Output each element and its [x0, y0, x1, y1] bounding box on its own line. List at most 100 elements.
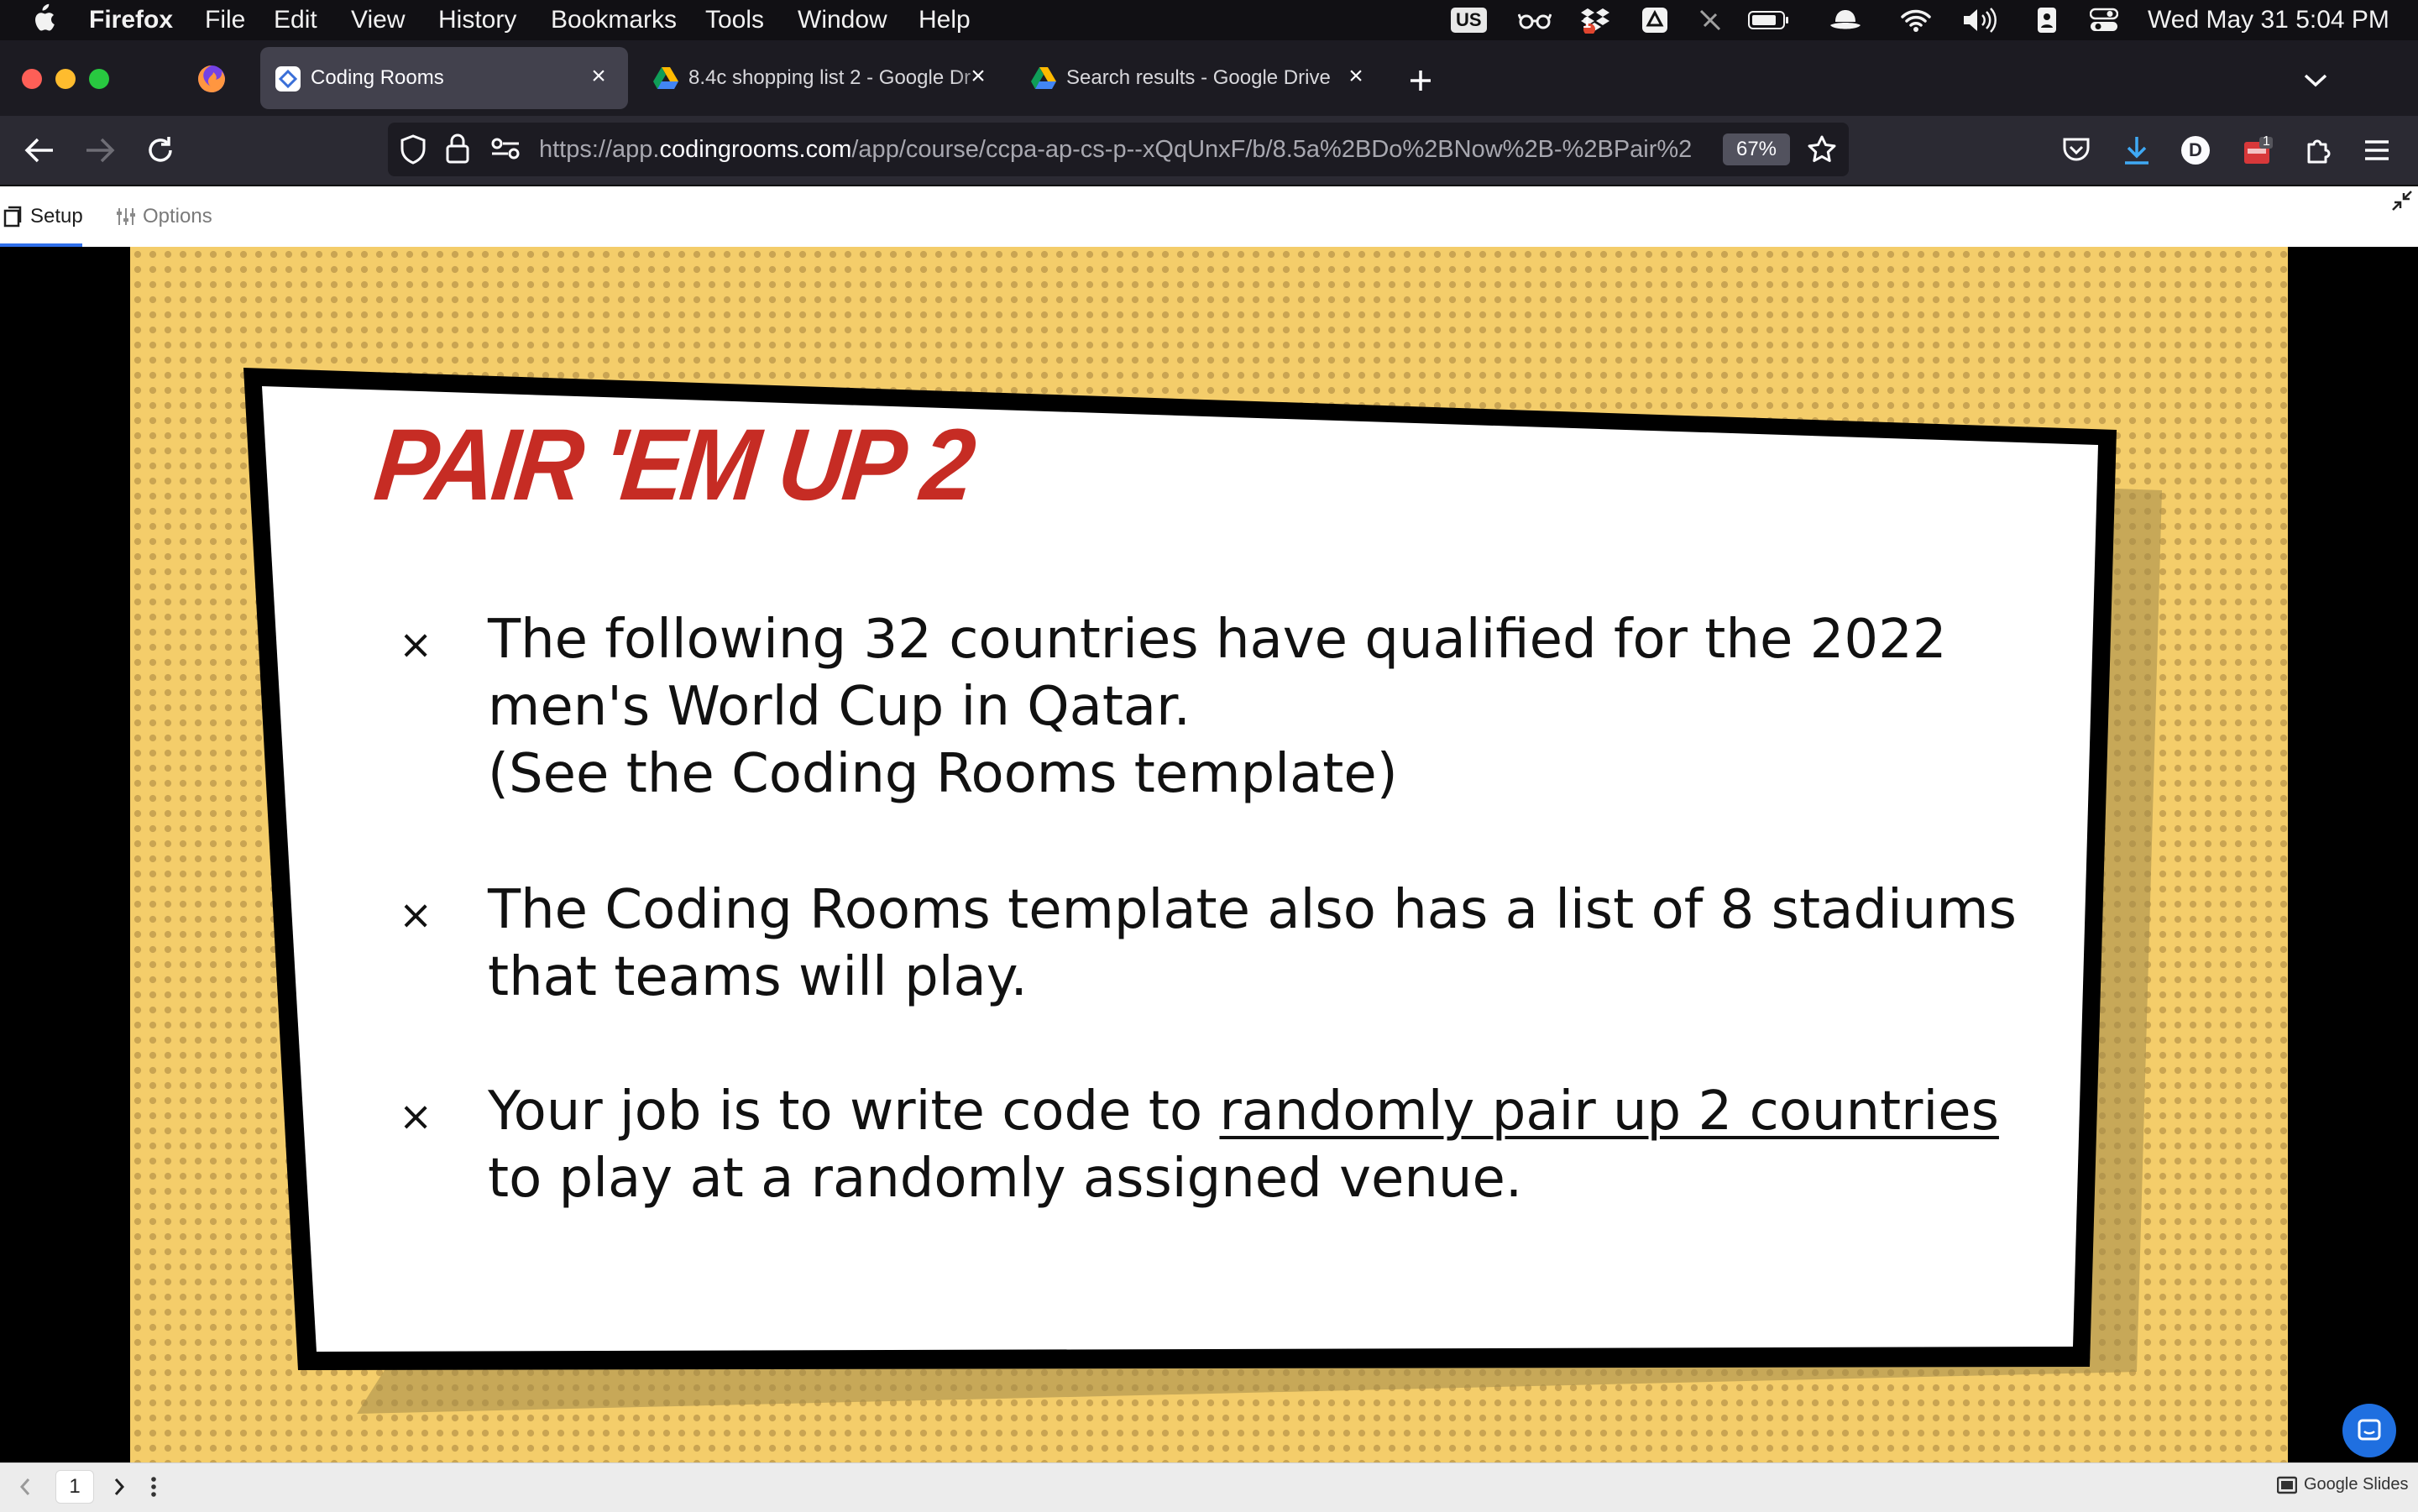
- permissions-icon[interactable]: [490, 136, 521, 165]
- bullet-line: (See the Coding Rooms template): [488, 743, 1398, 805]
- lock-icon[interactable]: [445, 133, 470, 169]
- chat-icon: [2358, 1419, 2381, 1441]
- collapse-arrows-icon[interactable]: [2391, 190, 2413, 216]
- slides-bottom-bar: 1 Google Slides: [0, 1462, 2418, 1512]
- menu-help[interactable]: Help: [919, 5, 971, 35]
- incognito-icon[interactable]: [1827, 7, 1864, 34]
- bullet-line: The Coding Rooms template also has a lis…: [488, 879, 2017, 941]
- tab-close-icon[interactable]: ×: [586, 64, 611, 89]
- menu-edit[interactable]: Edit: [274, 5, 317, 35]
- menu-view[interactable]: View: [351, 5, 405, 35]
- setup-label: Setup: [30, 205, 83, 228]
- url-host: codingrooms.com: [659, 136, 852, 163]
- bullet-line: to play at a randomly assigned venue.: [488, 1148, 1523, 1210]
- tab-shopping-list[interactable]: 8.4c shopping list 2 - Google Dr ×: [638, 47, 999, 109]
- options-tab[interactable]: Options: [116, 201, 212, 232]
- tab-coding-rooms[interactable]: Coding Rooms ×: [260, 47, 628, 109]
- sliders-icon: [117, 208, 135, 225]
- bullet-x-icon: ×: [399, 892, 433, 939]
- slides-logo-icon: [2277, 1476, 2297, 1494]
- document-icon: [3, 206, 22, 228]
- menu-file[interactable]: File: [205, 5, 245, 35]
- google-drive-icon: [653, 66, 678, 92]
- accessibility-glasses-icon[interactable]: [1518, 7, 1552, 34]
- extension-icon-red[interactable]: 1: [2237, 129, 2279, 171]
- coding-rooms-icon: [275, 66, 301, 92]
- battery-icon[interactable]: [1748, 7, 1790, 34]
- setup-tab[interactable]: Setup: [3, 201, 83, 232]
- new-tab-plus-icon[interactable]: [1404, 64, 1437, 97]
- tab-search-results[interactable]: Search results - Google Drive ×: [1016, 47, 1385, 109]
- brand-label: Google Slides: [2304, 1475, 2409, 1494]
- zoom-level-button[interactable]: 67%: [1723, 133, 1790, 165]
- clock-datetime[interactable]: Wed May 31 5:04 PM: [2148, 5, 2389, 35]
- apple-menu-icon[interactable]: [30, 3, 55, 41]
- dropbox-badge: 1: [1583, 14, 1592, 31]
- next-slide-chevron-icon[interactable]: [113, 1477, 126, 1501]
- more-options-dots-icon[interactable]: [149, 1475, 158, 1503]
- url-scheme: https://app.: [539, 136, 660, 163]
- input-source-icon[interactable]: US: [1451, 7, 1487, 34]
- slide-canvas: PAIR 'EM UP 2 × The following 32 countri…: [130, 247, 2288, 1462]
- google-drive-status-icon[interactable]: [1641, 7, 1669, 34]
- back-arrow-icon[interactable]: [18, 129, 60, 171]
- extensions-puzzle-icon[interactable]: [2297, 129, 2339, 171]
- bullet-x-icon: ×: [399, 1093, 433, 1140]
- bullet-x-icon: ×: [399, 621, 433, 668]
- firefox-view-icon[interactable]: [196, 64, 227, 94]
- avatar-initial: D: [2181, 136, 2210, 165]
- app-menu-firefox[interactable]: Firefox: [89, 5, 173, 35]
- url-text[interactable]: https://app.codingrooms.com/app/course/c…: [539, 136, 1714, 163]
- pocket-icon[interactable]: [2055, 129, 2097, 171]
- downloads-icon[interactable]: [2116, 129, 2158, 171]
- window-close-button[interactable]: [22, 69, 42, 89]
- wifi-icon[interactable]: [1901, 7, 1931, 34]
- google-drive-icon: [1031, 66, 1056, 92]
- volume-icon[interactable]: [1961, 7, 1998, 34]
- menu-bookmarks[interactable]: Bookmarks: [551, 5, 677, 35]
- input-source-label: US: [1451, 8, 1487, 33]
- navigation-bar: https://app.codingrooms.com/app/course/c…: [0, 116, 2418, 186]
- hamburger-menu-icon[interactable]: [2356, 129, 2398, 171]
- slide-viewer: PAIR 'EM UP 2 × The following 32 countri…: [0, 247, 2418, 1462]
- tab-title: Coding Rooms: [311, 66, 444, 89]
- bullet-line: Your job is to write code to randomly pa…: [488, 1078, 2083, 1145]
- slide-number-input[interactable]: 1: [55, 1470, 94, 1504]
- menu-tools[interactable]: Tools: [705, 5, 764, 35]
- bullet-line: men's World Cup in Qatar.: [488, 676, 1191, 738]
- window-zoom-button[interactable]: [89, 69, 109, 89]
- control-center-icon[interactable]: [2089, 7, 2119, 34]
- bullet-text-underlined: randomly pair up 2 countries: [1219, 1080, 1999, 1143]
- chat-support-button[interactable]: [2342, 1404, 2396, 1457]
- tab-title: Search results - Google Drive: [1066, 66, 1331, 89]
- pen-off-icon[interactable]: [1696, 7, 1725, 34]
- tab-close-icon[interactable]: ×: [966, 64, 991, 89]
- bullet-your-job: Your job is to write code to randomly pa…: [488, 1078, 2083, 1212]
- bullet-line: that teams will play.: [488, 946, 1028, 1008]
- url-bar[interactable]: https://app.codingrooms.com/app/course/c…: [388, 123, 1849, 176]
- forward-arrow-icon[interactable]: [79, 129, 121, 171]
- bookmark-star-icon[interactable]: [1807, 134, 1837, 169]
- google-slides-brand[interactable]: Google Slides: [2277, 1475, 2409, 1494]
- options-label: Options: [143, 205, 212, 228]
- bullet-qualified-countries: The following 32 countries have qualifie…: [488, 606, 2083, 808]
- tab-title: 8.4c shopping list 2 - Google Dr: [688, 66, 971, 89]
- tab-close-icon[interactable]: ×: [1343, 64, 1369, 89]
- id-badge-icon[interactable]: [2035, 7, 2059, 34]
- bullet-stadiums: The Coding Rooms template also has a lis…: [488, 876, 2083, 1011]
- window-minimize-button[interactable]: [55, 69, 76, 89]
- bullet-text-plain: Your job is to write code to: [488, 1080, 1220, 1143]
- slide-title: PAIR 'EM UP 2: [369, 408, 977, 522]
- menu-history[interactable]: History: [438, 5, 516, 35]
- reload-icon[interactable]: [139, 129, 181, 171]
- account-avatar[interactable]: D: [2175, 129, 2216, 171]
- previous-slide-chevron-icon[interactable]: [18, 1477, 32, 1501]
- url-path: /app/course/ccpa-ap-cs-p--xQqUnxF/b/8.5a…: [851, 136, 1693, 163]
- bullet-line: The following 32 countries have qualifie…: [488, 609, 1947, 671]
- extension-badge: 1: [2263, 134, 2270, 149]
- list-all-tabs-chevron-icon[interactable]: [2300, 67, 2331, 92]
- macos-menu-bar: Firefox File Edit View History Bookmarks…: [0, 0, 2418, 40]
- coding-rooms-toolbar: Setup Options: [0, 186, 2418, 248]
- tracking-protection-shield-icon[interactable]: [400, 134, 427, 169]
- menu-window[interactable]: Window: [798, 5, 887, 35]
